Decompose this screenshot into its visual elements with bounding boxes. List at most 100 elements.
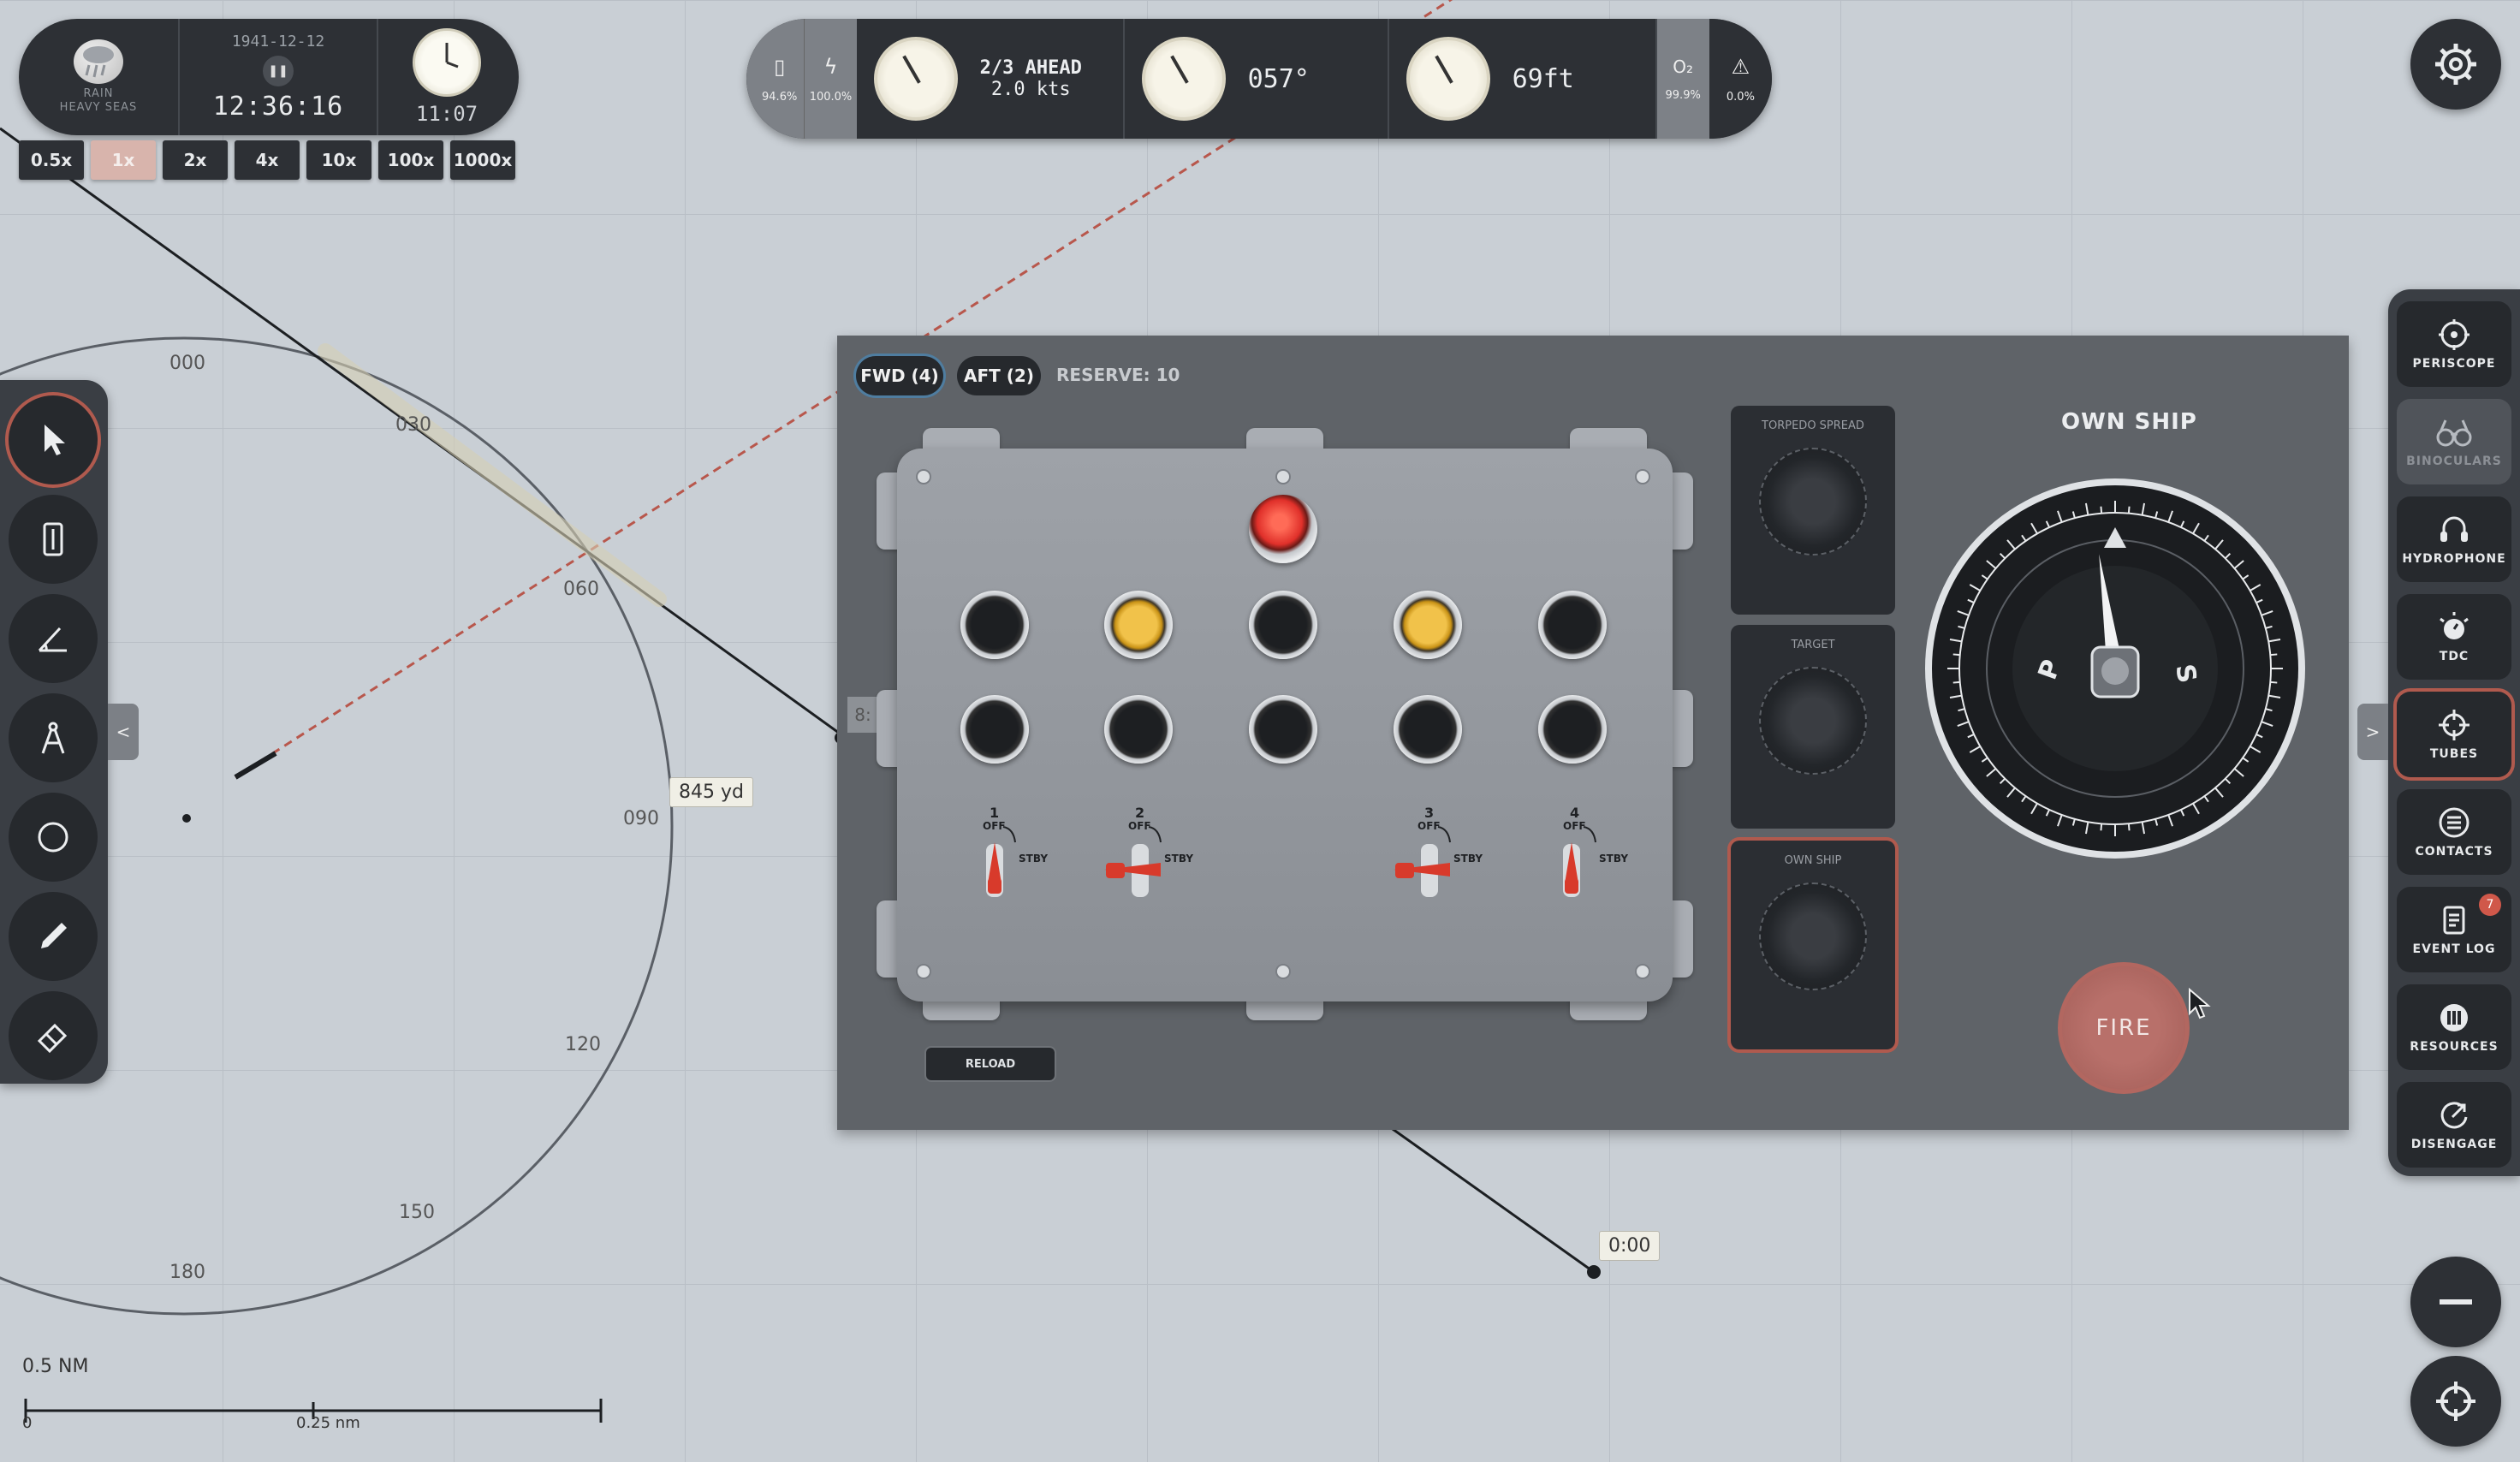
speed-1x-button[interactable]: 1x xyxy=(91,140,156,180)
tdc-icon xyxy=(2440,612,2469,639)
bearing-label-060: 060 xyxy=(563,579,599,600)
contacts-icon xyxy=(2439,807,2469,838)
bearing-label-150: 150 xyxy=(399,1202,435,1223)
pointer-tool-button[interactable] xyxy=(9,395,98,484)
sidebar-item-label: TUBES xyxy=(2429,747,2479,761)
speed-4x-button[interactable]: 4x xyxy=(235,140,300,180)
own-ship-panel[interactable]: OWN SHIP xyxy=(1731,841,1895,1049)
disengage-icon xyxy=(2440,1102,2468,1129)
telegraph-order: 2/3 AHEAD xyxy=(979,57,1082,79)
sidebar-item-periscope[interactable]: PERISCOPE xyxy=(2397,301,2511,387)
damage-pct: 0.0% xyxy=(1726,90,1755,104)
target-panel[interactable]: TARGET xyxy=(1731,625,1895,829)
oxygen-meter: O₂ 99.9% xyxy=(1656,19,1709,139)
eraser-tool-button[interactable] xyxy=(9,991,98,1080)
reload-button[interactable]: RELOAD xyxy=(926,1048,1055,1080)
target-highlight xyxy=(318,343,667,607)
tubes-icon xyxy=(2439,710,2469,740)
power-pct: 100.0% xyxy=(809,90,853,104)
sidebar-item-label: CONTACTS xyxy=(2415,845,2493,859)
dial-tick xyxy=(2270,680,2278,684)
weather-label-1: RAIN xyxy=(83,87,114,100)
speed-0.5x-button[interactable]: 0.5x xyxy=(19,140,84,180)
pencil-icon xyxy=(41,923,67,948)
zoom-out-button[interactable] xyxy=(2410,1257,2501,1347)
tube-switch-1[interactable]: 1 OFF STBY xyxy=(976,805,1079,907)
local-clock: 11:07 xyxy=(378,19,515,135)
sidebar-item-tdc[interactable]: TDC xyxy=(2397,594,2511,680)
sidebar-item-event-log[interactable]: EVENT LOG 7 xyxy=(2397,887,2511,972)
tube-switch-3[interactable]: 3 OFF STBY xyxy=(1394,805,1496,907)
own-ship-title: OWN SHIP xyxy=(2061,409,2197,435)
own-ship-dial-icon xyxy=(1759,883,1867,990)
screw xyxy=(1637,966,1649,978)
sidebar-expand-button[interactable]: > xyxy=(2357,704,2388,760)
speed-10x-button[interactable]: 10x xyxy=(306,140,371,180)
speed-1000x-button[interactable]: 1000x xyxy=(450,140,515,180)
reserve-count: RESERVE: 10 xyxy=(1056,365,1180,385)
circle-tool-button[interactable] xyxy=(9,793,98,882)
tab-fwd-tubes[interactable]: FWD (4) xyxy=(856,356,943,395)
speed-100x-button[interactable]: 100x xyxy=(378,140,443,180)
tube-switch-4[interactable]: 4 OFF STBY xyxy=(1541,805,1643,907)
tab-aft-tubes[interactable]: AFT (2) xyxy=(957,356,1041,395)
sidebar-item-resources[interactable]: RESOURCES xyxy=(2397,984,2511,1070)
own-ship-mini-title: OWN SHIP xyxy=(1784,854,1842,867)
rain-icon xyxy=(74,39,123,84)
tube-lamp-amber xyxy=(1104,591,1173,659)
dial-tick xyxy=(1952,680,1960,684)
torpedo-spread-title: TORPEDO SPREAD xyxy=(1762,419,1864,432)
sidebar-item-label: HYDROPHONE xyxy=(2402,552,2506,566)
sidebar-item-disengage[interactable]: DISENGAGE xyxy=(2397,1082,2511,1168)
dial-tick xyxy=(2127,823,2131,831)
speed-2x-button[interactable]: 2x xyxy=(163,140,228,180)
resources-icon xyxy=(2440,1004,2468,1031)
dial-tick xyxy=(1952,653,1960,657)
own-ship-gyro-dial[interactable]: P S xyxy=(1923,476,2308,861)
torpedo-spread-panel[interactable]: TORPEDO SPREAD xyxy=(1731,406,1895,615)
own-ship-dot xyxy=(182,814,191,823)
protractor-tool-button[interactable] xyxy=(9,594,98,683)
drawing-toolbar xyxy=(0,380,108,1084)
tube-lamp xyxy=(1538,591,1607,659)
speed-value: 2.0 kts xyxy=(990,79,1071,100)
compass-tool-button[interactable] xyxy=(9,693,98,782)
depth-value: 69ft xyxy=(1512,63,1574,94)
sidebar-item-hydrophone[interactable]: HYDROPHONE xyxy=(2397,496,2511,582)
telegraph-block[interactable]: 2/3 AHEAD 2.0 kts xyxy=(857,19,1125,139)
power-meter: ϟ 100.0% xyxy=(804,19,857,139)
settings-button[interactable] xyxy=(2410,19,2501,110)
dial-tick xyxy=(2127,506,2131,514)
sidebar-item-binoculars[interactable]: BINOCULARS xyxy=(2397,399,2511,484)
weather-indicator: RAIN HEAVY SEAS xyxy=(19,19,180,135)
clock-pill: RAIN HEAVY SEAS 1941-12-12 ❚❚ 12:36:16 1… xyxy=(19,19,519,135)
battery-icon: ▯ xyxy=(774,54,786,79)
pencil-tool-button[interactable] xyxy=(9,892,98,981)
fire-button[interactable]: FIRE xyxy=(2058,962,2190,1094)
weather-label-2: HEAVY SEAS xyxy=(59,101,138,114)
recenter-button[interactable] xyxy=(2410,1356,2501,1447)
protractor-icon xyxy=(38,627,67,652)
game-time: 1941-12-12 ❚❚ 12:36:16 xyxy=(180,19,378,135)
binoculars-icon xyxy=(2436,419,2472,447)
target-end-point xyxy=(1587,1265,1601,1279)
depth-block[interactable]: 69ft xyxy=(1389,19,1657,139)
pause-button[interactable]: ❚❚ xyxy=(263,56,294,86)
crosshair-icon xyxy=(2436,1382,2475,1421)
sidebar-item-label: BINOCULARS xyxy=(2406,455,2502,468)
sidebar-item-tubes[interactable]: TUBES xyxy=(2397,692,2511,777)
bearing-label-120: 120 xyxy=(565,1034,601,1055)
oxygen-icon: O₂ xyxy=(1673,56,1694,77)
event-log-icon xyxy=(2443,906,2465,935)
tube-switch-2[interactable]: 2 OFF STBY xyxy=(1104,805,1207,907)
pointer-icon xyxy=(45,425,65,455)
bearing-label-180: 180 xyxy=(169,1262,205,1283)
toolbar-collapse-button[interactable]: < xyxy=(108,704,139,760)
ruler-tool-button[interactable] xyxy=(9,495,98,584)
heading-value: 057° xyxy=(1247,63,1310,94)
compass-gauge-icon xyxy=(1141,37,1226,121)
sidebar-item-contacts[interactable]: CONTACTS xyxy=(2397,789,2511,875)
local-time: 11:07 xyxy=(415,102,478,126)
heading-block[interactable]: 057° xyxy=(1125,19,1389,139)
power-icon: ϟ xyxy=(823,54,838,79)
